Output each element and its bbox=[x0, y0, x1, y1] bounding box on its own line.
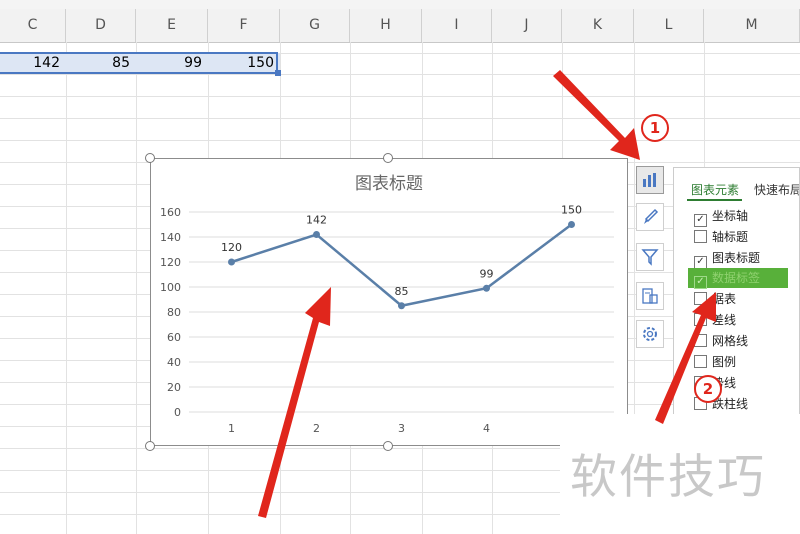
column-header-d[interactable]: D bbox=[66, 9, 136, 42]
chart-data-button[interactable] bbox=[636, 282, 664, 310]
resize-handle[interactable] bbox=[145, 153, 155, 163]
checkbox[interactable] bbox=[694, 334, 707, 347]
column-header-e[interactable]: E bbox=[136, 9, 208, 42]
data-point bbox=[398, 302, 405, 310]
option-label: 网格线 bbox=[712, 334, 749, 348]
y-tick-label: 140 bbox=[160, 231, 181, 244]
column-header-h[interactable]: H bbox=[350, 9, 422, 42]
y-tick-label: 0 bbox=[174, 406, 181, 419]
option-gridlines[interactable]: 网格线 bbox=[694, 331, 748, 351]
x-tick-label: 3 bbox=[398, 422, 405, 435]
resize-handle[interactable] bbox=[383, 441, 393, 451]
watermark-text: 软件技巧 bbox=[570, 450, 766, 505]
tab-quick-layout[interactable]: 快速布局 bbox=[754, 181, 799, 198]
option-error-bars[interactable]: 差线 bbox=[694, 310, 736, 330]
step-badge-1: 1 bbox=[641, 114, 669, 142]
gridline bbox=[0, 74, 800, 75]
column-header-j[interactable]: J bbox=[492, 9, 562, 42]
checkbox[interactable]: ✓ bbox=[694, 214, 707, 227]
chart-plot: 图表标题 0 20 40 60 80 100 120 140 160 1 2 3 4 120 142 85 99 1… bbox=[160, 174, 614, 435]
cell-selection bbox=[0, 52, 278, 74]
settings-icon bbox=[643, 327, 657, 341]
x-tick-label: 2 bbox=[313, 422, 320, 435]
tab-underline bbox=[687, 199, 742, 201]
y-tick-label: 160 bbox=[160, 206, 181, 219]
y-tick-label: 80 bbox=[167, 306, 181, 319]
data-label: 120 bbox=[221, 241, 242, 254]
chart-filter-button[interactable] bbox=[636, 243, 664, 271]
data-point bbox=[483, 284, 490, 292]
data-point bbox=[313, 231, 320, 238]
chart-elements-panel: 图表元素 快速布局 ✓ 坐标轴 轴标题 ✓ 图表标题 ✓ 数据标签 据表 差线 网格线… bbox=[673, 167, 800, 421]
option-label: 数据标签 bbox=[712, 271, 761, 285]
y-tick-label: 20 bbox=[167, 381, 181, 394]
chart-settings-button[interactable] bbox=[636, 320, 664, 348]
watermark: 软件技巧 bbox=[560, 414, 800, 534]
x-tick-label: 4 bbox=[483, 422, 490, 435]
resize-handle[interactable] bbox=[145, 441, 155, 451]
y-tick-label: 60 bbox=[167, 331, 181, 344]
filter-icon bbox=[641, 249, 659, 266]
option-label: 差线 bbox=[712, 313, 737, 327]
option-axis-titles[interactable]: 轴标题 bbox=[694, 227, 748, 247]
chart-elements-button[interactable] bbox=[636, 166, 664, 194]
chart-data-icon bbox=[642, 288, 658, 304]
line-chart[interactable]: 图表标题 0 20 40 60 80 100 120 140 160 1 2 3 4 120 142 85 99 1… bbox=[150, 158, 628, 446]
option-chart-title[interactable]: ✓ 图表标题 bbox=[694, 248, 761, 269]
step-badge-2: 2 bbox=[694, 375, 722, 403]
option-label: 轴标题 bbox=[712, 230, 749, 244]
column-header-m[interactable]: M bbox=[704, 9, 800, 42]
column-header-i[interactable]: I bbox=[422, 9, 492, 42]
chart-style-icon bbox=[644, 208, 659, 224]
checkbox[interactable] bbox=[694, 230, 707, 243]
checkbox[interactable] bbox=[694, 355, 707, 368]
column-header-k[interactable]: K bbox=[562, 9, 634, 42]
column-header-f[interactable]: F bbox=[208, 9, 280, 42]
data-label: 99 bbox=[480, 267, 494, 280]
option-data-table[interactable]: 据表 bbox=[694, 289, 736, 309]
y-tick-label: 100 bbox=[160, 281, 181, 294]
chart-title: 图表标题 bbox=[355, 174, 423, 194]
option-label: 图例 bbox=[712, 355, 737, 369]
checkbox[interactable] bbox=[694, 292, 707, 305]
chart-elements-icon bbox=[643, 173, 656, 187]
option-data-labels[interactable]: ✓ 数据标签 bbox=[688, 268, 788, 289]
gridline bbox=[136, 42, 137, 534]
gridline bbox=[66, 42, 67, 534]
option-axes[interactable]: ✓ 坐标轴 bbox=[694, 206, 749, 227]
tab-chart-elements[interactable]: 图表元素 bbox=[691, 181, 739, 198]
y-tick-label: 120 bbox=[160, 256, 181, 269]
data-label: 142 bbox=[306, 214, 327, 227]
chart-style-button[interactable] bbox=[636, 203, 664, 231]
checkbox[interactable] bbox=[694, 313, 707, 326]
gridline bbox=[0, 96, 800, 97]
fill-handle[interactable] bbox=[275, 70, 281, 76]
column-header-g[interactable]: G bbox=[280, 9, 350, 42]
data-label: 150 bbox=[561, 204, 582, 217]
option-legend[interactable]: 图例 bbox=[694, 352, 736, 372]
gridline bbox=[0, 140, 800, 141]
column-header-row: C D E F G H I J K L M bbox=[0, 9, 800, 43]
x-tick-label: 1 bbox=[228, 422, 235, 435]
data-label: 85 bbox=[395, 285, 409, 298]
option-label: 图表标题 bbox=[712, 251, 761, 265]
option-label: 坐标轴 bbox=[712, 209, 749, 223]
column-header-c[interactable]: C bbox=[0, 9, 66, 42]
y-tick-label: 40 bbox=[167, 356, 181, 369]
checkbox[interactable]: ✓ bbox=[694, 276, 707, 289]
data-point bbox=[568, 221, 575, 228]
gridline bbox=[0, 118, 800, 119]
resize-handle[interactable] bbox=[383, 153, 393, 163]
column-header-l[interactable]: L bbox=[634, 9, 704, 42]
data-point bbox=[228, 258, 235, 266]
option-label: 据表 bbox=[712, 292, 737, 306]
